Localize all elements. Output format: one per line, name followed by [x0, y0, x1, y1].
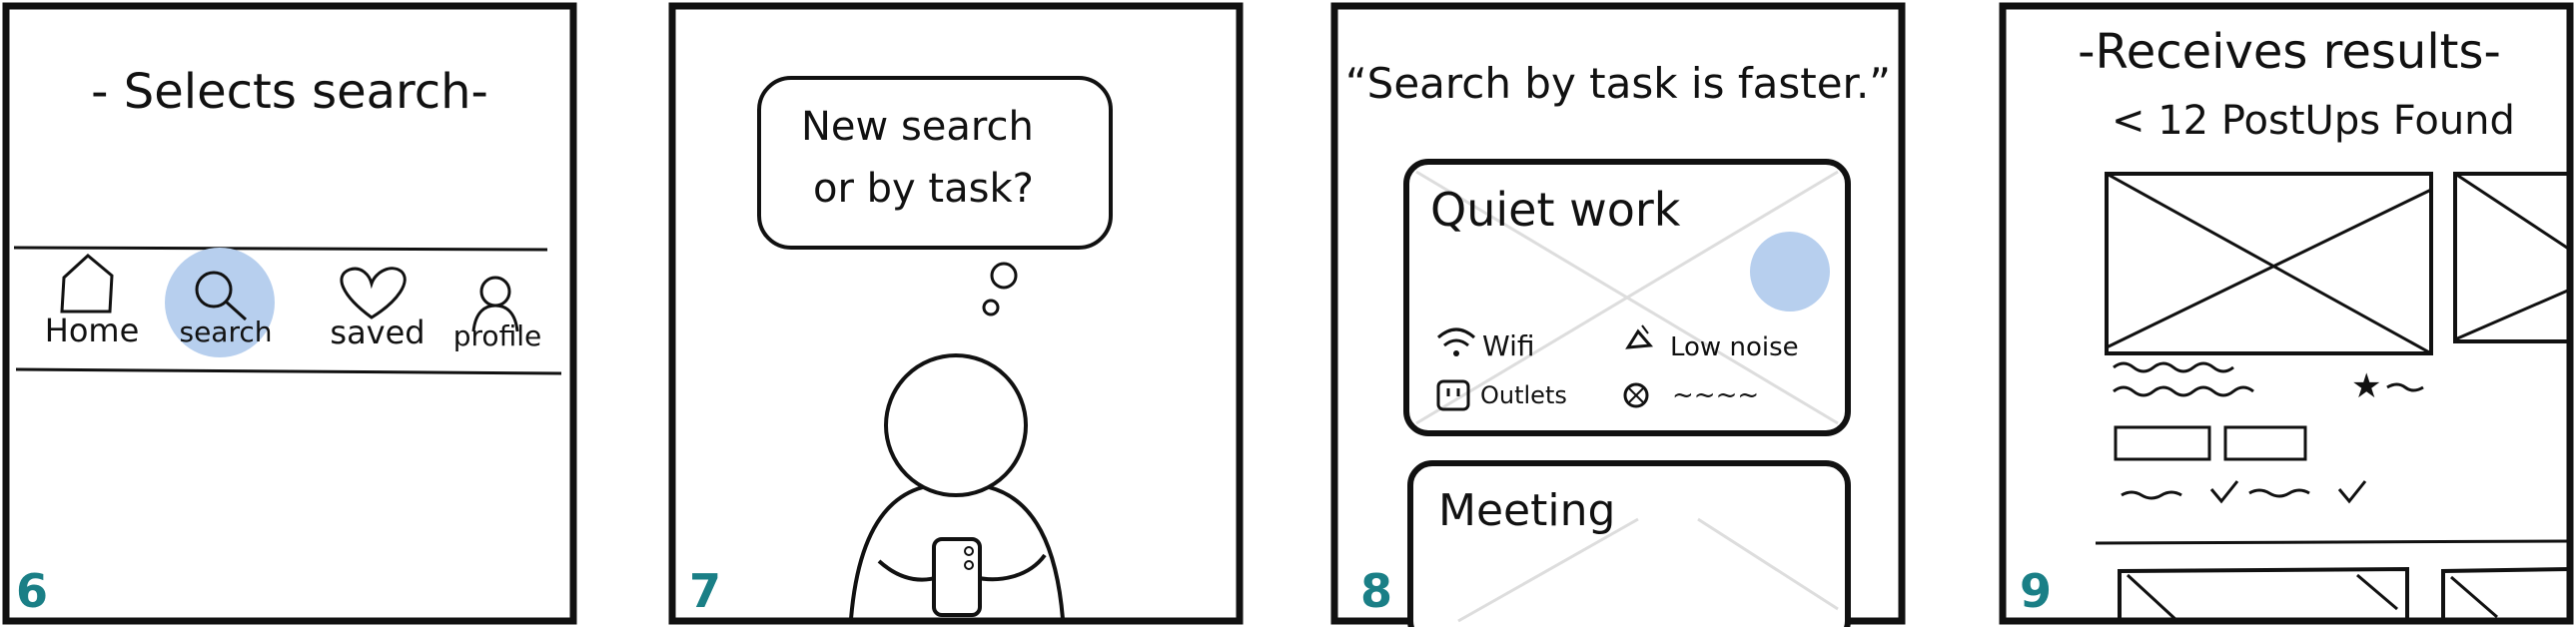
panel-9-number: 9	[2020, 564, 2052, 618]
task-card-quiet-work[interactable]: Quiet work Wifi Low noise Outlets ~~~~	[1403, 159, 1851, 436]
nav-item-search-label: search	[179, 315, 272, 348]
feature-outlets-label: Outlets	[1480, 381, 1567, 409]
panel-8-number: 8	[1360, 564, 1392, 618]
task-card-meeting-title: Meeting	[1438, 485, 1615, 536]
task-card-tap-highlight	[1750, 232, 1830, 312]
thought-dot-large	[990, 262, 1018, 290]
feature-other-label: ~~~~	[1672, 380, 1759, 410]
panel-6-number: 6	[16, 564, 48, 618]
panel-9-caption: -Receives results-	[2078, 24, 2501, 80]
result-divider	[2095, 539, 2571, 545]
nav-item-profile-label: profile	[453, 319, 541, 352]
nav-item-saved-label: saved	[330, 314, 425, 351]
feature-wifi-label: Wifi	[1482, 329, 1535, 362]
panel-7: New search or by task? 7	[668, 2, 1244, 625]
panel-9: -Receives results- < 12 PostUps Found ★	[1999, 2, 2574, 625]
storyboard: - Selects search- Home search saved prof…	[2, 2, 2574, 627]
nav-bar-top-line	[13, 246, 548, 252]
star-icon: ★	[2351, 366, 2381, 406]
panel-6: - Selects search- Home search saved prof…	[2, 2, 577, 625]
results-header: < 12 PostUps Found	[2112, 98, 2515, 144]
panel-6-caption: - Selects search-	[91, 64, 488, 120]
thought-line-1: New search	[801, 104, 1034, 150]
nav-item-home-label: Home	[45, 312, 140, 349]
thought-dot-small	[982, 299, 1000, 316]
person-head	[884, 353, 1028, 497]
task-card-quiet-work-title: Quiet work	[1430, 183, 1681, 237]
thought-line-2: or by task?	[813, 166, 1034, 212]
panel-7-number: 7	[689, 564, 721, 618]
panel-8-caption: “Search by task is faster.”	[1345, 59, 1891, 108]
feature-noise-label: Low noise	[1670, 332, 1799, 362]
task-card-meeting[interactable]: Meeting	[1407, 460, 1851, 627]
panel-8: “Search by task is faster.” Quiet work W…	[1330, 2, 1906, 627]
